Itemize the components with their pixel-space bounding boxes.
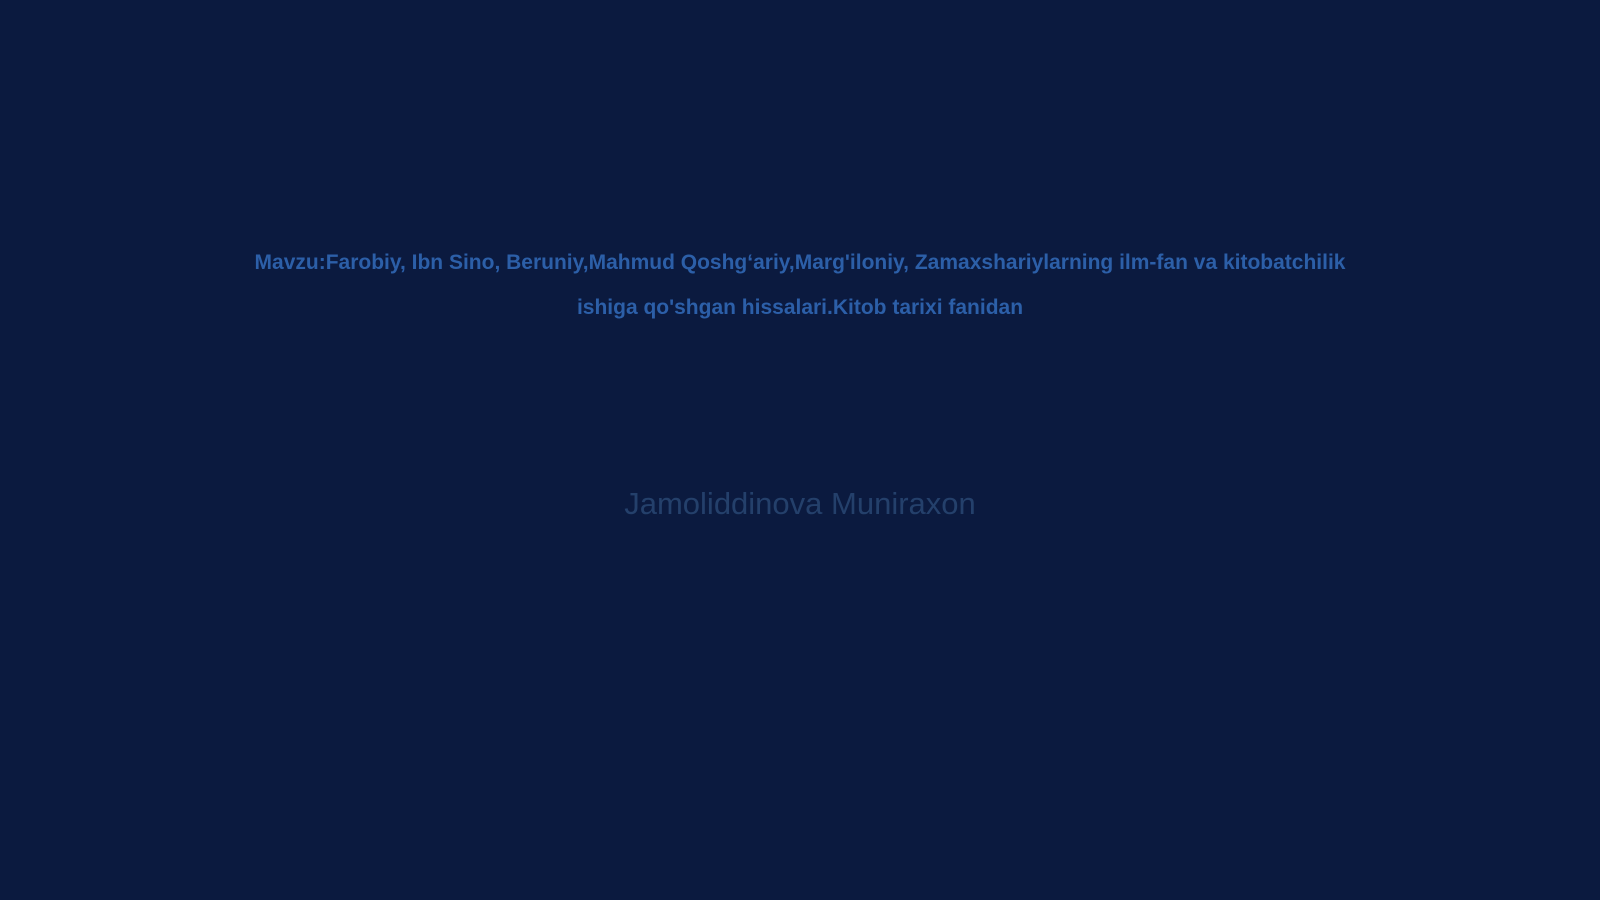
slide-title-line-1: Mavzu:Farobiy, Ibn Sino, Beruniy,Mahmud … — [254, 251, 1346, 274]
slide: Mavzu:Farobiy, Ibn Sino, Beruniy,Mahmud … — [0, 0, 1600, 900]
slide-title-line-2: ishiga qo'shgan hissalari.Kitob tarixi f… — [576, 296, 1024, 319]
slide-subtitle-author: Jamoliddinova Muniraxon — [624, 486, 976, 521]
slide-title: Mavzu:Farobiy, Ibn Sino, Beruniy,Mahmud … — [200, 240, 1400, 330]
